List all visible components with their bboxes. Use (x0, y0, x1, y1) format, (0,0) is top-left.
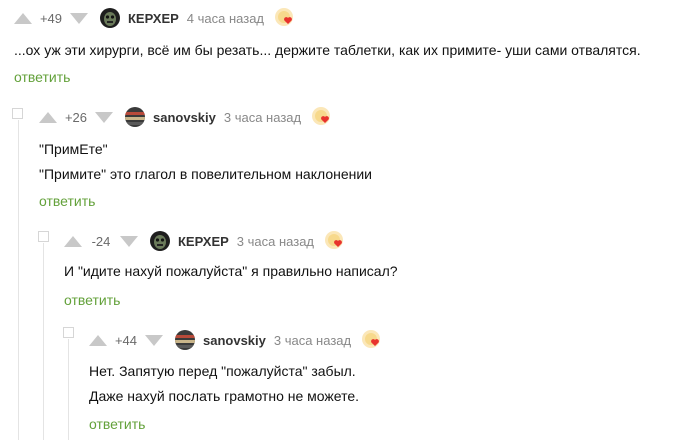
vote-up-icon[interactable] (39, 111, 57, 123)
comment-header: +49 КЕРХЕР 4 часа назад (14, 5, 296, 31)
comment-line: Даже нахуй послать грамотно не можете. (89, 388, 360, 404)
thread-line (43, 243, 44, 440)
thread-line (68, 339, 69, 440)
comment-time: 3 часа назад (223, 109, 302, 125)
vote-up-icon[interactable] (64, 235, 82, 247)
comment-text: И "идите нахуй пожалуйста" я правильно н… (64, 259, 398, 284)
avatar[interactable] (125, 107, 145, 127)
comment-rating: +49 (39, 10, 63, 26)
reply-link[interactable]: ответить (89, 416, 145, 432)
author-name[interactable]: sanovskiy (153, 110, 216, 125)
avatar[interactable] (175, 330, 195, 350)
collapse-toggle[interactable] (38, 231, 49, 242)
author-name[interactable]: sanovskiy (203, 333, 266, 348)
comment-header: -24 КЕРХЕР 3 часа назад (64, 228, 346, 254)
vote-up-icon[interactable] (89, 334, 107, 346)
comment-rating: +44 (114, 332, 138, 348)
heart-badge-icon (311, 106, 333, 128)
vote-down-icon[interactable] (70, 12, 88, 24)
collapse-toggle[interactable] (12, 108, 23, 119)
avatar[interactable] (100, 8, 120, 28)
comment-text: "ПримЕте" "Примите" это глагол в повелит… (39, 137, 372, 187)
vote-down-icon[interactable] (95, 111, 113, 123)
thread-line (18, 120, 19, 440)
reply-link[interactable]: ответить (14, 69, 70, 85)
comment-line: И "идите нахуй пожалуйста" я правильно н… (64, 263, 398, 279)
reply-link[interactable]: ответить (64, 292, 120, 308)
avatar[interactable] (150, 231, 170, 251)
comment-line: "Примите" это глагол в повелительном нак… (39, 166, 372, 182)
author-name[interactable]: КЕРХЕР (128, 11, 179, 26)
comment-text: Нет. Запятую перед "пожалуйста" забыл. Д… (89, 359, 359, 409)
comment-text: ...ох уж эти хирурги, всё им бы резать..… (14, 38, 641, 63)
vote-up-icon[interactable] (14, 12, 32, 24)
comment-header: +44 sanovskiy 3 часа назад (89, 327, 383, 353)
collapse-toggle[interactable] (63, 327, 74, 338)
comment-time: 3 часа назад (273, 332, 352, 348)
comment-line: "ПримЕте" (39, 141, 108, 157)
comment-header: +26 sanovskiy 3 часа назад (39, 104, 333, 130)
comment-line: ...ох уж эти хирурги, всё им бы резать..… (14, 42, 641, 58)
vote-down-icon[interactable] (145, 334, 163, 346)
author-name[interactable]: КЕРХЕР (178, 234, 229, 249)
heart-badge-icon (324, 230, 346, 252)
comment-time: 3 часа назад (236, 233, 315, 249)
heart-badge-icon (274, 7, 296, 29)
comment-line: Нет. Запятую перед "пожалуйста" забыл. (89, 363, 356, 379)
vote-down-icon[interactable] (120, 235, 138, 247)
comment-rating: +26 (64, 109, 88, 125)
heart-badge-icon (361, 329, 383, 351)
comment-time: 4 часа назад (186, 10, 265, 26)
reply-link[interactable]: ответить (39, 193, 95, 209)
comment-rating: -24 (91, 233, 111, 249)
